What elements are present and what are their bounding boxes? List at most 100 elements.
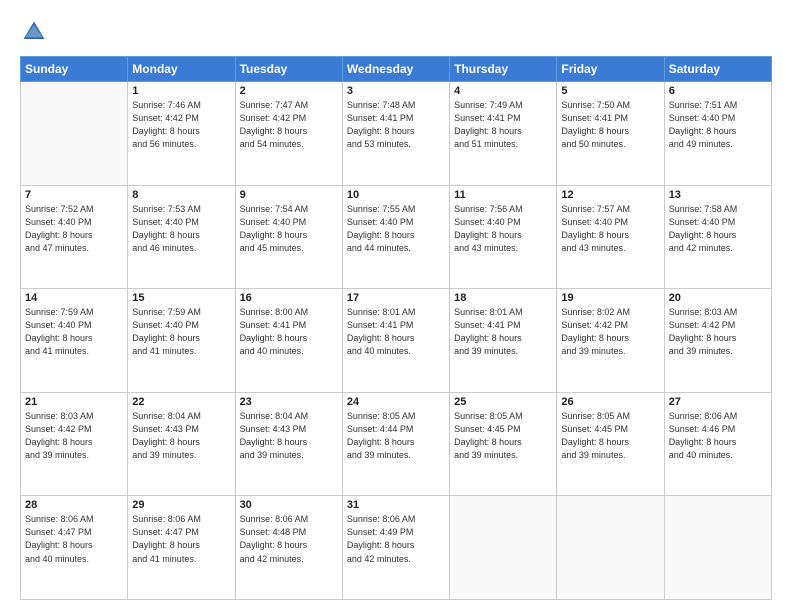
day-number: 8 [132, 189, 230, 201]
day-info: Sunrise: 8:04 AM Sunset: 4:43 PM Dayligh… [240, 410, 338, 462]
day-info: Sunrise: 8:04 AM Sunset: 4:43 PM Dayligh… [132, 410, 230, 462]
calendar-cell: 21 Sunrise: 8:03 AM Sunset: 4:42 PM Dayli… [21, 392, 128, 496]
day-info: Sunrise: 8:05 AM Sunset: 4:45 PM Dayligh… [561, 410, 659, 462]
col-header-monday: Monday [128, 57, 235, 82]
day-info: Sunrise: 8:02 AM Sunset: 4:42 PM Dayligh… [561, 306, 659, 358]
day-number: 7 [25, 189, 123, 201]
day-number: 28 [25, 499, 123, 511]
calendar-cell: 10Sunrise: 7:55 AM Sunset: 4:40 PM Dayli… [342, 185, 449, 289]
calendar-cell: 5 Sunrise: 7:50 AM Sunset: 4:41 PM Daylig… [557, 82, 664, 186]
day-number: 21 [25, 396, 123, 408]
day-info: Sunrise: 7:49 AM Sunset: 4:41 PM Dayligh… [454, 99, 552, 151]
calendar-cell: 16Sunrise: 8:00 AM Sunset: 4:41 PM Dayli… [235, 289, 342, 393]
day-info: Sunrise: 7:55 AM Sunset: 4:40 PM Dayligh… [347, 203, 445, 255]
calendar-cell: 2Sunrise: 7:47 AM Sunset: 4:42 PM Daylig… [235, 82, 342, 186]
calendar-cell: 1Sunrise: 7:46 AM Sunset: 4:42 PM Daylig… [128, 82, 235, 186]
day-info: Sunrise: 7:53 AM Sunset: 4:40 PM Dayligh… [132, 203, 230, 255]
day-number: 14 [25, 292, 123, 304]
day-info: Sunrise: 8:05 AM Sunset: 4:45 PM Dayligh… [454, 410, 552, 462]
logo-icon [20, 18, 48, 46]
col-header-saturday: Saturday [664, 57, 771, 82]
day-info: Sunrise: 7:52 AM Sunset: 4:40 PM Dayligh… [25, 203, 123, 255]
day-info: Sunrise: 8:03 AM Sunset: 4:42 PM Dayligh… [25, 410, 123, 462]
day-number: 16 [240, 292, 338, 304]
day-info: Sunrise: 7:59 AM Sunset: 4:40 PM Dayligh… [25, 306, 123, 358]
day-number: 22 [132, 396, 230, 408]
calendar-week-2: 14 Sunrise: 7:59 AM Sunset: 4:40 PM Dayli… [21, 289, 772, 393]
calendar-cell: 11 Sunrise: 7:56 AM Sunset: 4:40 PM Dayli… [450, 185, 557, 289]
calendar-cell: 28 Sunrise: 8:06 AM Sunset: 4:47 PM Dayli… [21, 496, 128, 600]
calendar-cell: 9 Sunrise: 7:54 AM Sunset: 4:40 PM Daylig… [235, 185, 342, 289]
col-header-friday: Friday [557, 57, 664, 82]
day-number: 18 [454, 292, 552, 304]
day-info: Sunrise: 7:56 AM Sunset: 4:40 PM Dayligh… [454, 203, 552, 255]
calendar-cell: 14 Sunrise: 7:59 AM Sunset: 4:40 PM Dayli… [21, 289, 128, 393]
calendar-cell: 24Sunrise: 8:05 AM Sunset: 4:44 PM Dayli… [342, 392, 449, 496]
day-number: 2 [240, 85, 338, 97]
day-number: 5 [561, 85, 659, 97]
calendar-cell: 18 Sunrise: 8:01 AM Sunset: 4:41 PM Dayli… [450, 289, 557, 393]
day-number: 17 [347, 292, 445, 304]
calendar-table: SundayMondayTuesdayWednesdayThursdayFrid… [20, 56, 772, 600]
calendar-cell: 13 Sunrise: 7:58 AM Sunset: 4:40 PM Dayli… [664, 185, 771, 289]
calendar-cell [450, 496, 557, 600]
calendar-cell: 29 Sunrise: 8:06 AM Sunset: 4:47 PM Dayli… [128, 496, 235, 600]
day-number: 26 [561, 396, 659, 408]
day-info: Sunrise: 8:03 AM Sunset: 4:42 PM Dayligh… [669, 306, 767, 358]
calendar-week-0: 1Sunrise: 7:46 AM Sunset: 4:42 PM Daylig… [21, 82, 772, 186]
day-number: 15 [132, 292, 230, 304]
day-number: 23 [240, 396, 338, 408]
day-info: Sunrise: 8:06 AM Sunset: 4:48 PM Dayligh… [240, 513, 338, 565]
col-header-thursday: Thursday [450, 57, 557, 82]
col-header-tuesday: Tuesday [235, 57, 342, 82]
col-header-wednesday: Wednesday [342, 57, 449, 82]
calendar-week-3: 21 Sunrise: 8:03 AM Sunset: 4:42 PM Dayli… [21, 392, 772, 496]
day-info: Sunrise: 8:01 AM Sunset: 4:41 PM Dayligh… [347, 306, 445, 358]
calendar-cell [664, 496, 771, 600]
day-info: Sunrise: 7:57 AM Sunset: 4:40 PM Dayligh… [561, 203, 659, 255]
day-number: 6 [669, 85, 767, 97]
calendar-week-1: 7 Sunrise: 7:52 AM Sunset: 4:40 PM Daylig… [21, 185, 772, 289]
calendar-week-4: 28 Sunrise: 8:06 AM Sunset: 4:47 PM Dayli… [21, 496, 772, 600]
calendar-cell [21, 82, 128, 186]
page: SundayMondayTuesdayWednesdayThursdayFrid… [0, 0, 792, 612]
day-info: Sunrise: 8:06 AM Sunset: 4:49 PM Dayligh… [347, 513, 445, 565]
calendar-cell [557, 496, 664, 600]
calendar-cell: 3Sunrise: 7:48 AM Sunset: 4:41 PM Daylig… [342, 82, 449, 186]
day-number: 1 [132, 85, 230, 97]
day-info: Sunrise: 8:06 AM Sunset: 4:47 PM Dayligh… [25, 513, 123, 565]
day-info: Sunrise: 8:06 AM Sunset: 4:46 PM Dayligh… [669, 410, 767, 462]
day-number: 25 [454, 396, 552, 408]
header [20, 18, 772, 46]
day-number: 29 [132, 499, 230, 511]
day-number: 9 [240, 189, 338, 201]
day-number: 19 [561, 292, 659, 304]
day-info: Sunrise: 7:59 AM Sunset: 4:40 PM Dayligh… [132, 306, 230, 358]
day-info: Sunrise: 7:58 AM Sunset: 4:40 PM Dayligh… [669, 203, 767, 255]
day-number: 27 [669, 396, 767, 408]
calendar-cell: 19 Sunrise: 8:02 AM Sunset: 4:42 PM Dayli… [557, 289, 664, 393]
day-number: 13 [669, 189, 767, 201]
calendar-cell: 26 Sunrise: 8:05 AM Sunset: 4:45 PM Dayli… [557, 392, 664, 496]
day-number: 31 [347, 499, 445, 511]
col-header-sunday: Sunday [21, 57, 128, 82]
day-number: 20 [669, 292, 767, 304]
calendar-cell: 23 Sunrise: 8:04 AM Sunset: 4:43 PM Dayli… [235, 392, 342, 496]
day-number: 11 [454, 189, 552, 201]
calendar-header-row: SundayMondayTuesdayWednesdayThursdayFrid… [21, 57, 772, 82]
calendar-cell: 31 Sunrise: 8:06 AM Sunset: 4:49 PM Dayli… [342, 496, 449, 600]
calendar-cell: 25 Sunrise: 8:05 AM Sunset: 4:45 PM Dayli… [450, 392, 557, 496]
day-info: Sunrise: 8:06 AM Sunset: 4:47 PM Dayligh… [132, 513, 230, 565]
day-number: 4 [454, 85, 552, 97]
day-number: 24 [347, 396, 445, 408]
calendar-cell: 27 Sunrise: 8:06 AM Sunset: 4:46 PM Dayli… [664, 392, 771, 496]
calendar-cell: 15 Sunrise: 7:59 AM Sunset: 4:40 PM Dayli… [128, 289, 235, 393]
day-number: 3 [347, 85, 445, 97]
day-info: Sunrise: 7:50 AM Sunset: 4:41 PM Dayligh… [561, 99, 659, 151]
day-info: Sunrise: 7:54 AM Sunset: 4:40 PM Dayligh… [240, 203, 338, 255]
calendar-cell: 6 Sunrise: 7:51 AM Sunset: 4:40 PM Daylig… [664, 82, 771, 186]
day-info: Sunrise: 7:51 AM Sunset: 4:40 PM Dayligh… [669, 99, 767, 151]
day-info: Sunrise: 8:01 AM Sunset: 4:41 PM Dayligh… [454, 306, 552, 358]
calendar-cell: 12Sunrise: 7:57 AM Sunset: 4:40 PM Dayli… [557, 185, 664, 289]
calendar-cell: 4 Sunrise: 7:49 AM Sunset: 4:41 PM Daylig… [450, 82, 557, 186]
